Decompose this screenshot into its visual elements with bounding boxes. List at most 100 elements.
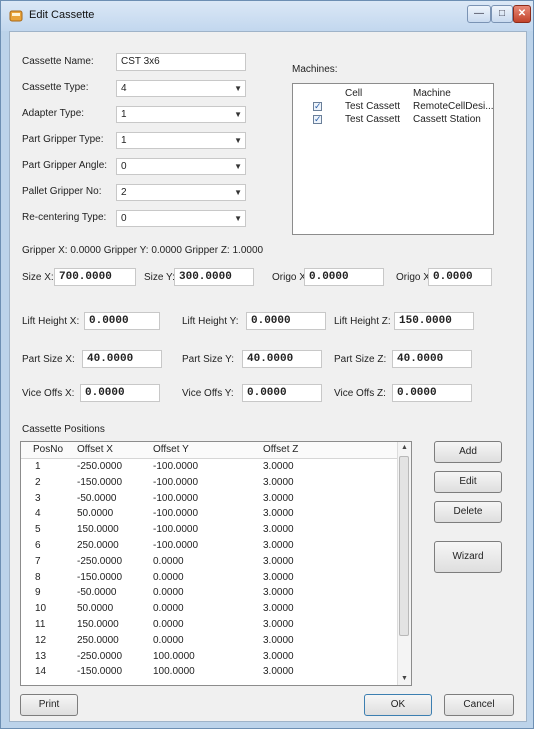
recentering-type-combo[interactable]: 0 ▼ — [116, 210, 246, 227]
table-row[interactable]: 7 -250.0000 0.0000 3.0000 — [21, 556, 399, 568]
size-y-input[interactable]: 300.0000 — [174, 268, 254, 286]
table-row[interactable]: 8 -150.0000 0.0000 3.0000 — [21, 572, 399, 584]
offset-x-cell: 50.0000 — [77, 508, 114, 520]
cancel-button[interactable]: Cancel — [444, 694, 514, 716]
scroll-thumb[interactable] — [399, 456, 409, 636]
pallet-gripper-no-label: Pallet Gripper No: — [22, 186, 102, 197]
offset-x-cell: 150.0000 — [77, 524, 119, 536]
vice-offs-z-input[interactable]: 0.0000 — [392, 384, 472, 402]
offset-y-cell: 0.0000 — [153, 571, 184, 583]
pos-no-cell: 8 — [35, 571, 41, 583]
table-row[interactable]: 2 -150.0000 -100.0000 3.0000 — [21, 477, 399, 489]
lift-height-x-input[interactable]: 0.0000 — [84, 312, 160, 330]
size-x-input[interactable]: 700.0000 — [54, 268, 136, 286]
pallet-gripper-no-combo[interactable]: 2 ▼ — [116, 184, 246, 201]
table-row[interactable]: 1 -250.0000 -100.0000 3.0000 — [21, 461, 399, 473]
part-size-x-input[interactable]: 40.0000 — [82, 350, 162, 368]
column-offset-y: Offset Y — [153, 444, 189, 455]
recentering-type-label: Re-centering Type: — [22, 212, 107, 223]
cassette-positions-grid[interactable]: PosNo Offset X Offset Y Offset Z 1 -250.0… — [20, 441, 412, 686]
machines-column-machine: Machine — [413, 88, 451, 99]
column-offset-z: Offset Z — [263, 444, 299, 455]
dropdown-arrow-icon: ▼ — [234, 188, 242, 197]
offset-z-cell: 3.0000 — [263, 603, 294, 615]
lift-height-z-input[interactable]: 150.0000 — [394, 312, 474, 330]
dropdown-arrow-icon: ▼ — [234, 136, 242, 145]
machines-label: Machines: — [292, 64, 338, 75]
table-row[interactable]: 5 150.0000 -100.0000 3.0000 — [21, 524, 399, 536]
machine-name: Cassett Station — [413, 114, 481, 125]
pos-no-cell: 14 — [35, 666, 47, 678]
scroll-down-icon[interactable]: ▼ — [398, 673, 411, 685]
pos-no-cell: 1 — [35, 461, 41, 472]
machine-checkbox[interactable]: ✓ — [313, 115, 322, 124]
vice-offs-y-input[interactable]: 0.0000 — [242, 384, 322, 402]
origo-x2-input[interactable]: 0.0000 — [428, 268, 492, 286]
dropdown-arrow-icon: ▼ — [234, 162, 242, 171]
lift-height-y-input[interactable]: 0.0000 — [246, 312, 326, 330]
grid-header: PosNo Offset X Offset Y Offset Z — [21, 442, 399, 459]
offset-x-cell: -50.0000 — [77, 587, 117, 599]
offset-y-cell: 0.0000 — [153, 587, 184, 599]
offset-z-cell: 3.0000 — [263, 555, 294, 567]
offset-y-cell: -100.0000 — [153, 461, 199, 472]
edit-button[interactable]: Edit — [434, 471, 502, 493]
ok-button[interactable]: OK — [364, 694, 432, 716]
table-row[interactable]: 14 -150.0000 100.0000 3.0000 — [21, 666, 399, 678]
table-row[interactable]: 13 -250.0000 100.0000 3.0000 — [21, 651, 399, 663]
pos-no-cell: 11 — [35, 619, 46, 630]
table-row[interactable]: 9 -50.0000 0.0000 3.0000 — [21, 587, 399, 599]
offset-z-cell: 3.0000 — [263, 461, 294, 472]
origo-x-input[interactable]: 0.0000 — [304, 268, 384, 286]
offset-x-cell: -250.0000 — [77, 555, 123, 567]
machines-list[interactable]: Cell Machine ✓ Test Cassett RemoteCellDe… — [292, 83, 494, 235]
vice-offs-x-input[interactable]: 0.0000 — [80, 384, 160, 402]
offset-z-cell: 3.0000 — [263, 587, 294, 599]
vice-offs-z-label: Vice Offs Z: — [334, 388, 386, 399]
adapter-type-combo[interactable]: 1 ▼ — [116, 106, 246, 123]
offset-x-cell: 50.0000 — [77, 603, 114, 615]
offset-y-cell: 0.0000 — [153, 634, 184, 646]
cassette-name-input[interactable]: CST 3x6 — [116, 53, 246, 71]
machine-checkbox[interactable]: ✓ — [313, 102, 322, 111]
offset-x-cell: -150.0000 — [77, 476, 123, 488]
cassette-type-combo[interactable]: 4 ▼ — [116, 80, 246, 97]
print-button[interactable]: Print — [20, 694, 78, 716]
gripper-info: Gripper X: 0.0000 Gripper Y: 0.0000 Grip… — [22, 245, 264, 256]
title-bar[interactable]: Edit Cassette — □ ✕ — [1, 1, 533, 31]
offset-z-cell: 3.0000 — [263, 634, 294, 646]
offset-x-cell: 250.0000 — [77, 540, 119, 551]
minimize-icon: — — [474, 8, 484, 19]
dialog-body: Cassette Name: CST 3x6 Cassette Type: 4 ▼… — [9, 31, 527, 722]
wizard-button[interactable]: Wizard — [434, 541, 502, 573]
lift-height-x-label: Lift Height X: — [22, 316, 80, 327]
part-size-y-input[interactable]: 40.0000 — [242, 350, 322, 368]
close-button[interactable]: ✕ — [513, 5, 531, 23]
maximize-button[interactable]: □ — [491, 5, 513, 23]
pos-no-cell: 7 — [35, 555, 41, 567]
table-row[interactable]: 10 50.0000 0.0000 3.0000 — [21, 603, 399, 615]
table-row[interactable]: 11 150.0000 0.0000 3.0000 — [21, 619, 399, 631]
scroll-up-icon[interactable]: ▲ — [398, 442, 411, 454]
dropdown-arrow-icon: ▼ — [234, 110, 242, 119]
part-size-z-input[interactable]: 40.0000 — [392, 350, 472, 368]
offset-y-cell: -100.0000 — [153, 476, 199, 488]
machine-cell: Test Cassett — [345, 101, 401, 112]
edit-cassette-window: Edit Cassette — □ ✕ Cassette Name: CST 3… — [0, 0, 534, 729]
offset-z-cell: 3.0000 — [263, 619, 294, 630]
delete-button[interactable]: Delete — [434, 501, 502, 523]
grid-scrollbar[interactable]: ▲ ▼ — [397, 442, 411, 685]
offset-x-cell: 150.0000 — [77, 619, 119, 630]
window-title: Edit Cassette — [29, 9, 95, 21]
machine-name: RemoteCellDesi... — [413, 101, 494, 112]
table-row[interactable]: 12 250.0000 0.0000 3.0000 — [21, 635, 399, 647]
table-row[interactable]: 3 -50.0000 -100.0000 3.0000 — [21, 493, 399, 505]
add-button[interactable]: Add — [434, 441, 502, 463]
table-row[interactable]: 4 50.0000 -100.0000 3.0000 — [21, 508, 399, 520]
part-gripper-type-combo[interactable]: 1 ▼ — [116, 132, 246, 149]
minimize-button[interactable]: — — [467, 5, 491, 23]
part-gripper-angle-combo[interactable]: 0 ▼ — [116, 158, 246, 175]
table-row[interactable]: 6 250.0000 -100.0000 3.0000 — [21, 540, 399, 552]
offset-x-cell: -250.0000 — [77, 650, 123, 662]
pos-no-cell: 10 — [35, 603, 47, 615]
